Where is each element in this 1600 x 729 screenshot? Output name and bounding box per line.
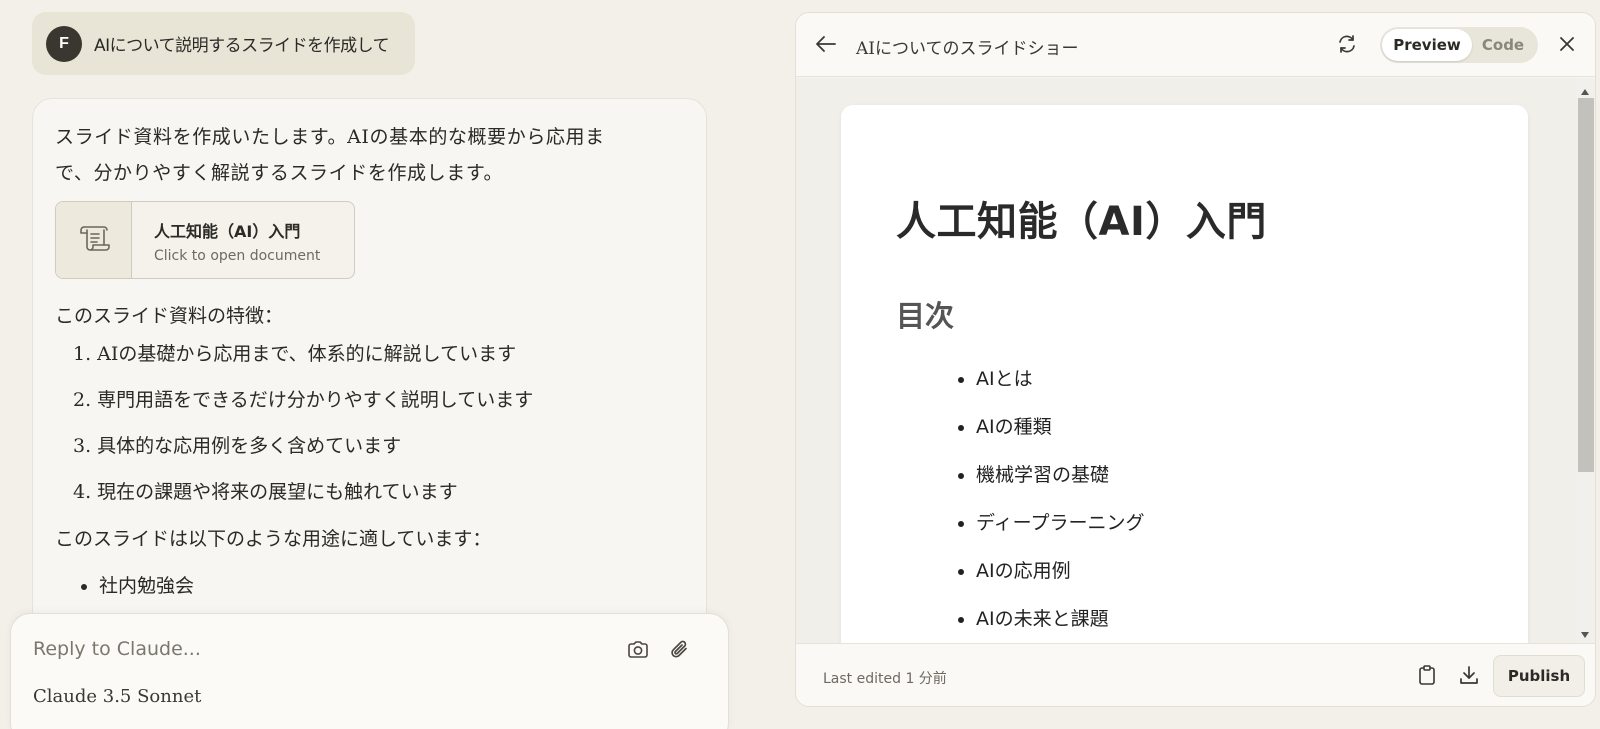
list-item: 2. 専門用語をできるだけ分かりやすく説明しています (73, 389, 534, 411)
preview-code-toggle: Preview Code (1380, 27, 1538, 63)
artifact-icon-box (56, 202, 132, 278)
features-list: 1. AIの基礎から応用まで、体系的に解説しています 2. 専門用語をできるだけ… (55, 344, 684, 502)
model-selector[interactable]: Claude 3.5 Sonnet (33, 686, 201, 707)
features-heading: このスライド資料の特徴： (55, 305, 284, 327)
assistant-message: スライド資料を作成いたします。AIの基本的な概要から応用まで、分かりやすく解説す… (32, 98, 707, 638)
artifact-footer: Last edited 1 分前 Publish (796, 643, 1595, 706)
paperclip-icon[interactable] (668, 638, 692, 662)
scroll-thumb[interactable] (1578, 98, 1594, 472)
list-item: AIの種類 (976, 415, 1145, 463)
list-item: AIの応用例 (976, 559, 1145, 607)
tab-code[interactable]: Code (1472, 29, 1534, 61)
list-item: AIとは (976, 367, 1145, 415)
scroll-up-icon[interactable] (1580, 83, 1590, 95)
slide-title: 人工知能（AI）入門 (896, 199, 1267, 245)
assistant-intro-text: スライド資料を作成いたします。AIの基本的な概要から応用まで、分かりやすく解説す… (55, 126, 605, 184)
refresh-icon[interactable] (1336, 33, 1360, 57)
scroll-down-icon[interactable] (1580, 626, 1590, 638)
last-edited-text: Last edited 1 分前 (823, 671, 947, 687)
artifact-preview-area: 人工知能（AI）入門 目次 AIとは AIの種類 機械学習の基礎 ディープラーニ… (796, 78, 1595, 665)
artifact-title-header: AIについてのスライドショー (856, 39, 1079, 59)
uses-heading: このスライドは以下のような用途に適しています： (55, 528, 492, 550)
list-item: 1. AIの基礎から応用まで、体系的に解説しています (73, 343, 517, 365)
slide-toc-list: AIとは AIの種類 機械学習の基礎 ディープラーニング AIの応用例 AIの未… (976, 367, 1145, 655)
list-item: 社内勉強会 (99, 571, 684, 598)
download-icon[interactable] (1458, 664, 1482, 688)
publish-button[interactable]: Publish (1493, 655, 1585, 697)
slide-preview: 人工知能（AI）入門 目次 AIとは AIの種類 機械学習の基礎 ディープラーニ… (841, 105, 1528, 665)
reply-input[interactable]: Reply to Claude... (33, 638, 201, 660)
list-item: 3. 具体的な応用例を多く含めています (73, 435, 402, 457)
uses-list: 社内勉強会 (55, 571, 684, 598)
user-avatar: F (46, 25, 82, 62)
close-icon[interactable] (1556, 33, 1580, 57)
camera-icon[interactable] (626, 638, 650, 662)
scroll-document-icon (77, 223, 111, 258)
back-arrow-icon[interactable] (814, 33, 840, 57)
artifact-panel: AIについてのスライドショー Preview Code 人工知能（AI）入門 目… (795, 12, 1596, 707)
list-item: 機械学習の基礎 (976, 463, 1145, 511)
artifact-header: AIについてのスライドショー Preview Code (796, 13, 1595, 77)
user-message: F AIについて説明するスライドを作成して (32, 12, 415, 75)
scrollbar[interactable] (1575, 78, 1595, 643)
artifact-subtitle: Click to open document (154, 248, 321, 264)
list-item: 4. 現在の課題や将来の展望にも触れています (73, 481, 458, 503)
artifact-title: 人工知能（AI）入門 (154, 222, 301, 241)
tab-preview[interactable]: Preview (1382, 29, 1472, 61)
user-message-text: AIについて説明するスライドを作成して (94, 36, 390, 56)
artifact-card[interactable]: 人工知能（AI）入門 Click to open document (55, 201, 355, 279)
reply-composer: Reply to Claude... Claude 3.5 Sonnet (10, 613, 729, 729)
clipboard-icon[interactable] (1416, 664, 1440, 688)
slide-subtitle: 目次 (896, 299, 955, 333)
list-item: ディープラーニング (976, 511, 1145, 559)
